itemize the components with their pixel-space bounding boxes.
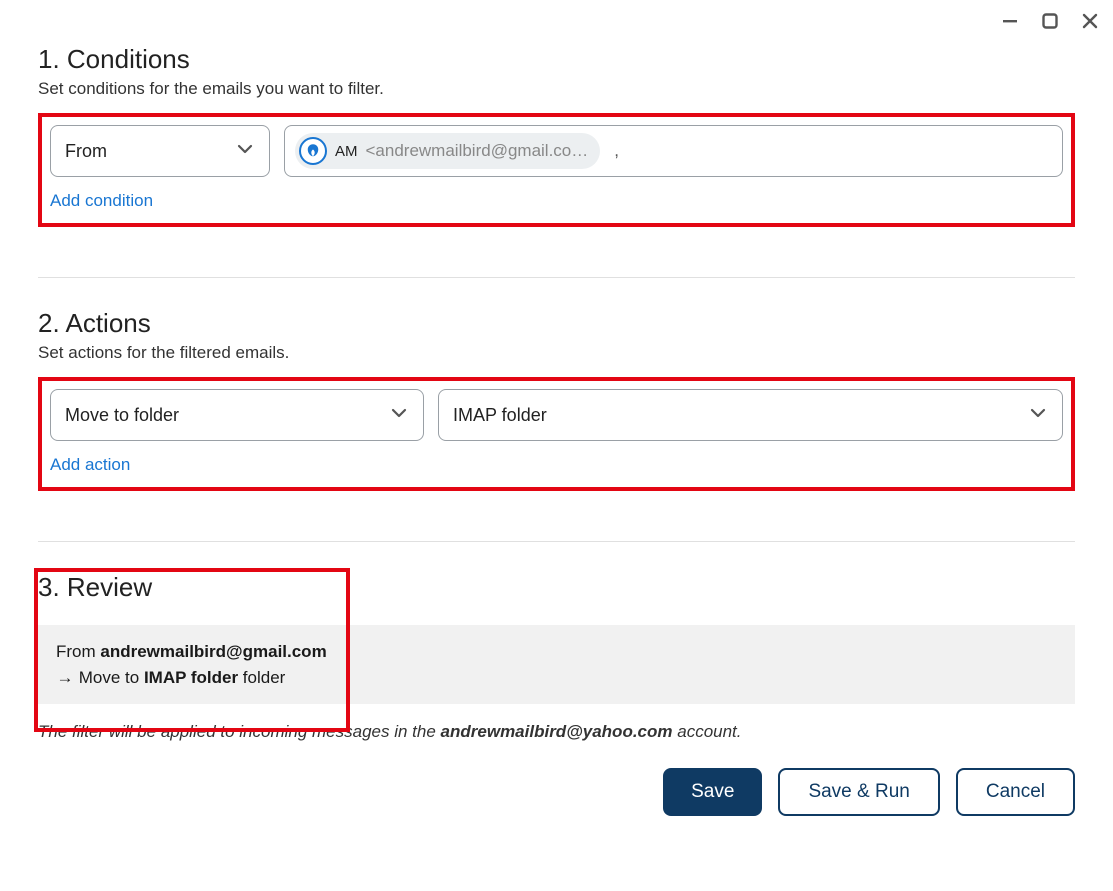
action-folder-select[interactable]: IMAP folder [438, 389, 1063, 441]
actions-section: 2. Actions Set actions for the filtered … [38, 308, 1075, 491]
arrow-right-icon: → [56, 665, 74, 691]
conditions-section: 1. Conditions Set conditions for the ema… [38, 44, 1075, 227]
divider [38, 541, 1075, 542]
add-action-link[interactable]: Add action [50, 455, 130, 475]
filter-note-suffix: account. [673, 722, 742, 741]
actions-title: 2. Actions [38, 308, 1075, 339]
review-move-value: IMAP folder [144, 668, 238, 687]
condition-email-input[interactable]: AM <andrewmailbird@gmail.co… , [284, 125, 1063, 177]
filter-note: The filter will be applied to incoming m… [38, 722, 1075, 742]
maximize-icon[interactable] [1041, 12, 1059, 30]
review-from-prefix: From [56, 642, 100, 661]
action-folder-label: IMAP folder [453, 405, 547, 426]
condition-field-label: From [65, 141, 107, 162]
filter-note-prefix: The filter will be applied to incoming m… [38, 722, 441, 741]
review-title: 3. Review [38, 572, 1075, 603]
window-controls [1001, 12, 1099, 30]
condition-field-select[interactable]: From [50, 125, 270, 177]
conditions-highlight-box: From AM <andrewmailbird@gmail.co… , [38, 113, 1075, 227]
review-move-prefix: Move to [79, 668, 144, 687]
actions-subtitle: Set actions for the filtered emails. [38, 343, 1075, 363]
conditions-subtitle: Set conditions for the emails you want t… [38, 79, 1075, 99]
review-line-from: From andrewmailbird@gmail.com [56, 639, 1057, 665]
add-condition-link[interactable]: Add condition [50, 191, 153, 211]
filter-note-account: andrewmailbird@yahoo.com [441, 722, 673, 741]
review-summary: From andrewmailbird@gmail.com → Move to … [38, 625, 1075, 704]
chip-avatar-icon [299, 137, 327, 165]
save-button[interactable]: Save [663, 768, 762, 816]
action-type-label: Move to folder [65, 405, 179, 426]
chip-initials: AM [335, 143, 358, 160]
conditions-title: 1. Conditions [38, 44, 1075, 75]
review-section: 3. Review From andrewmailbird@gmail.com … [38, 572, 1075, 816]
minimize-icon[interactable] [1001, 12, 1019, 30]
chevron-down-icon [235, 139, 255, 164]
chip-separator: , [614, 141, 619, 161]
review-line-move: → Move to IMAP folder folder [56, 665, 1057, 691]
chevron-down-icon [1028, 403, 1048, 428]
divider [38, 277, 1075, 278]
email-chip[interactable]: AM <andrewmailbird@gmail.co… [295, 133, 600, 169]
actions-highlight-box: Move to folder IMAP folder Add action [38, 377, 1075, 491]
cancel-button[interactable]: Cancel [956, 768, 1075, 816]
chevron-down-icon [389, 403, 409, 428]
action-type-select[interactable]: Move to folder [50, 389, 424, 441]
save-run-button[interactable]: Save & Run [778, 768, 939, 816]
footer-buttons: Save Save & Run Cancel [38, 768, 1075, 816]
review-from-value: andrewmailbird@gmail.com [100, 642, 326, 661]
chip-email: <andrewmailbird@gmail.co… [366, 141, 589, 161]
review-move-suffix: folder [238, 668, 285, 687]
close-icon[interactable] [1081, 12, 1099, 30]
